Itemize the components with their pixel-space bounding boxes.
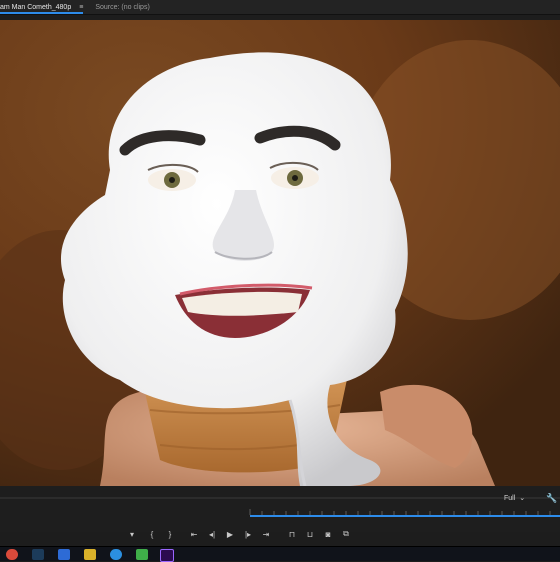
camera-icon[interactable]: ◙ [320, 524, 336, 544]
video-frame [0, 20, 560, 486]
wrench-icon[interactable]: 🔧 [546, 493, 557, 504]
timeline-scrubber[interactable] [0, 495, 560, 517]
transport-controls: ▾ { } ⇤ ◂| ▶ |▸ ⇥ ⊓ ⊔ ◙ ⧉ [0, 524, 560, 544]
step-back-icon[interactable]: ◂| [204, 524, 220, 544]
play-icon[interactable]: ▶ [222, 524, 238, 544]
tab-source-monitor[interactable]: Source: (no clips) [95, 4, 149, 11]
zoom-level-value: Full [504, 494, 516, 502]
os-taskbar [0, 546, 560, 562]
hamburger-icon[interactable]: ≡ [79, 4, 83, 11]
steam-icon[interactable] [32, 549, 44, 560]
tab-program-monitor[interactable]: am Man Cometh_480p ≡ [0, 0, 84, 14]
app-icon[interactable] [84, 549, 96, 560]
app-icon[interactable] [58, 549, 70, 560]
premiere-icon[interactable] [160, 549, 174, 562]
mark-in-icon[interactable]: { [144, 524, 160, 544]
compare-icon[interactable]: ⧉ [338, 524, 354, 544]
add-marker-icon[interactable]: ▾ [124, 524, 140, 544]
go-to-out-icon[interactable]: ⇥ [258, 524, 274, 544]
step-forward-icon[interactable]: |▸ [240, 524, 256, 544]
tab-program-label: am Man Cometh_480p [0, 3, 72, 11]
insert-icon[interactable]: ⊓ [284, 524, 300, 544]
mark-out-icon[interactable]: } [162, 524, 178, 544]
chrome-icon[interactable] [6, 549, 18, 560]
go-to-in-icon[interactable]: ⇤ [186, 524, 202, 544]
program-monitor-video [0, 20, 560, 486]
edge-icon[interactable] [110, 549, 122, 560]
zoom-level-dropdown[interactable]: Full ⌄ [504, 494, 526, 503]
chevron-down-icon: ⌄ [519, 495, 526, 502]
overwrite-icon[interactable]: ⊔ [302, 524, 318, 544]
app-icon[interactable] [136, 549, 148, 560]
panel-tab-bar: am Man Cometh_480p ≡ Source: (no clips) [0, 0, 560, 15]
